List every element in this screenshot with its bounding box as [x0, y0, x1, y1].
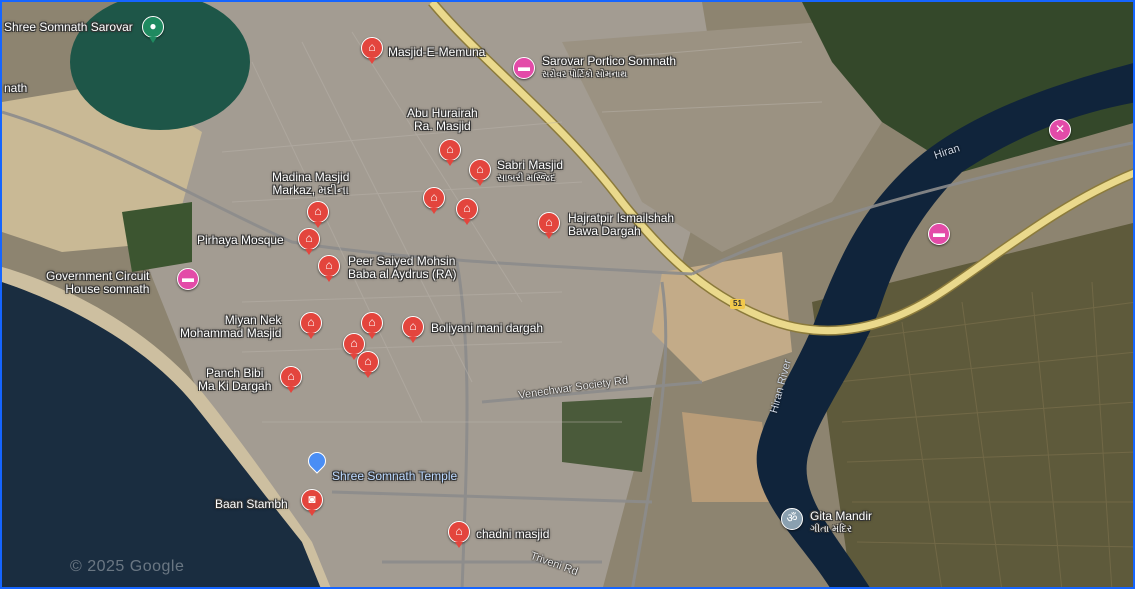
gita-mandir-name-gujarati: ગીતા મંદિર: [810, 524, 853, 535]
park-icon[interactable]: ●: [142, 16, 164, 43]
hotel-icon[interactable]: ▬: [177, 268, 199, 290]
sabri-masjid-name-gujarati: સાબરી મસ્જિદ: [497, 173, 556, 184]
peer-saiyed-line2: Baba al Aydrus (RA): [348, 267, 457, 281]
place-label-nath: nath: [4, 81, 28, 95]
place-label-sarovar-portico[interactable]: Sarovar Portico Somnath સરોવર પોર્ટિકો સ…: [542, 55, 676, 81]
mosque-icon[interactable]: ⌂: [357, 351, 379, 378]
place-label-masjid-e-memuna[interactable]: Masjid-E-Memuna: [388, 46, 485, 59]
place-label-government-circuit-house[interactable]: Government Circuit House somnath: [46, 270, 149, 296]
place-label-abu-hurairah[interactable]: Abu Hurairah Ra. Masjid: [407, 107, 478, 133]
hotel-icon[interactable]: ✕: [1049, 119, 1071, 141]
sarovar-portico-name: Sarovar Portico Somnath: [542, 54, 677, 68]
mosque-icon[interactable]: ⌂: [298, 228, 320, 255]
place-label-chadni-masjid[interactable]: chadni masjid: [476, 528, 549, 541]
mosque-icon[interactable]: ⌂: [538, 212, 560, 239]
mosque-icon[interactable]: ⌂: [456, 198, 478, 225]
mosque-icon[interactable]: ⌂: [300, 312, 322, 339]
mosque-icon[interactable]: ⌂: [361, 37, 383, 64]
place-label-madina-masjid[interactable]: Madina Masjid Markaz, મદીના: [272, 171, 349, 197]
mosque-icon[interactable]: ⌂: [439, 139, 461, 166]
place-label-gita-mandir[interactable]: Gita Mandir ગીતા મંદિર: [810, 510, 872, 536]
place-label-boliyani-mani-dargah[interactable]: Boliyani mani dargah: [431, 322, 543, 335]
gita-mandir-name: Gita Mandir: [810, 509, 873, 523]
hotel-icon[interactable]: ▬: [513, 57, 535, 79]
mosque-icon[interactable]: ⌂: [423, 187, 445, 214]
madina-masjid-line2: Markaz, મદીના: [272, 183, 349, 197]
place-label-shree-somnath-temple[interactable]: Shree Somnath Temple: [332, 470, 457, 483]
place-label-panch-bibi[interactable]: Panch Bibi Ma Ki Dargah: [198, 367, 271, 393]
place-label-peer-saiyed[interactable]: Peer Saiyed Mohsin Baba al Aydrus (RA): [348, 255, 457, 281]
mosque-icon[interactable]: ⌂: [402, 316, 424, 343]
place-label-sabri-masjid[interactable]: Sabri Masjid સાબરી મસ્જિદ: [497, 159, 563, 185]
place-label-shree-somnath-sarovar[interactable]: Shree Somnath Sarovar: [4, 21, 133, 34]
sarovar-portico-name-gujarati: સરોવર પોર્ટિકો સોમનાથ: [542, 69, 628, 79]
hajratpir-line2: Bawa Dargah: [568, 224, 641, 238]
highway-shield: 51: [730, 299, 745, 309]
map-watermark: © 2025 Google: [70, 558, 185, 575]
satellite-terrain[interactable]: [2, 2, 1135, 589]
govt-circuit-line2: House somnath: [65, 282, 150, 296]
sabri-masjid-name: Sabri Masjid: [497, 158, 564, 172]
place-label-baan-stambh[interactable]: Baan Stambh: [215, 498, 288, 511]
place-label-pirhaya-mosque[interactable]: Pirhaya Mosque: [197, 234, 284, 247]
place-label-hajratpir[interactable]: Hajratpir Ismailshah Bawa Dargah: [568, 212, 674, 238]
mosque-icon[interactable]: ⌂: [361, 312, 383, 339]
camera-icon[interactable]: ◙: [301, 489, 323, 516]
temple-icon[interactable]: ॐ: [781, 508, 803, 530]
abu-hurairah-line2: Ra. Masjid: [414, 119, 471, 133]
mosque-icon[interactable]: ⌂: [448, 521, 470, 548]
mosque-icon[interactable]: ⌂: [307, 201, 329, 228]
mosque-icon[interactable]: ⌂: [318, 255, 340, 282]
mosque-icon[interactable]: ⌂: [280, 366, 302, 393]
place-label-miyan-nek[interactable]: Miyan Nek Mohammad Masjid: [180, 314, 281, 340]
hotel-icon[interactable]: ▬: [928, 223, 950, 245]
miyan-nek-line2: Mohammad Masjid: [180, 326, 282, 340]
map-viewport[interactable]: 51 ● Shree Somnath Sarovar nath ⌂ Masjid…: [0, 0, 1135, 589]
panch-bibi-line2: Ma Ki Dargah: [198, 379, 272, 393]
mosque-icon[interactable]: ⌂: [469, 159, 491, 186]
